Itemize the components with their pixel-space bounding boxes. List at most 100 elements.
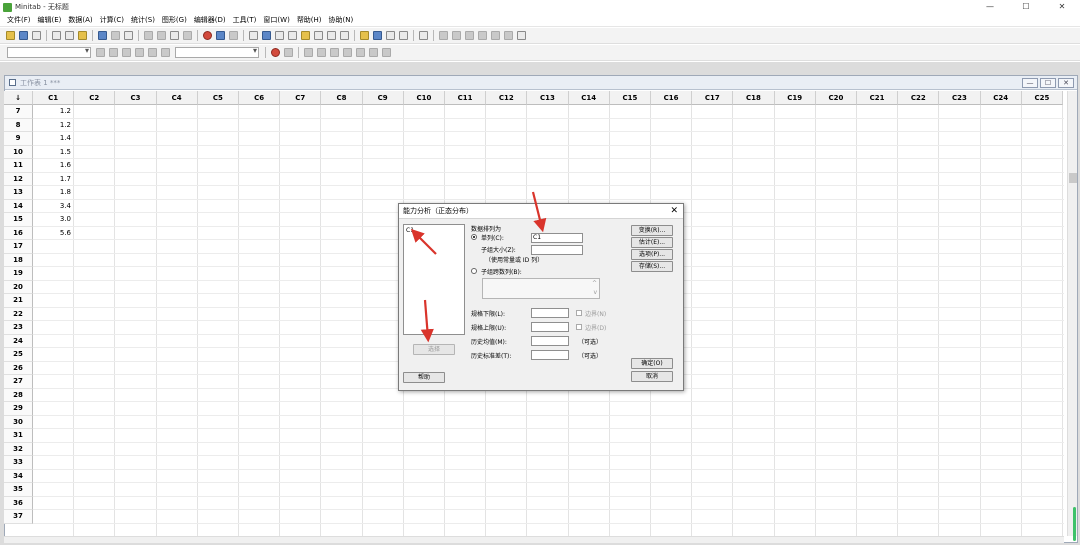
row-header[interactable]: 34 [4, 469, 33, 483]
ok-button[interactable]: 确定(O) [631, 358, 673, 369]
column-header-c20[interactable]: C20 [815, 91, 857, 105]
row-header[interactable]: 32 [4, 442, 33, 456]
column-header-c9[interactable]: C9 [362, 91, 404, 105]
undo-icon[interactable] [98, 31, 107, 40]
row-header[interactable]: 35 [4, 483, 33, 497]
row-header[interactable]: 18 [4, 253, 33, 267]
crosshair-icon[interactable] [517, 31, 526, 40]
cell-c1[interactable]: 1.5 [33, 146, 74, 160]
print-icon[interactable] [32, 31, 41, 40]
manage-graphs-icon[interactable] [373, 31, 382, 40]
menu-tools[interactable]: 工具(T) [233, 15, 257, 25]
menu-stat[interactable]: 统计(S) [131, 15, 155, 25]
menu-assistant[interactable]: 协助(N) [329, 15, 354, 25]
menu-edit[interactable]: 编辑(E) [38, 15, 62, 25]
annotate-icon[interactable] [491, 31, 500, 40]
related-docs-icon[interactable] [340, 31, 349, 40]
column-header-c7[interactable]: C7 [280, 91, 322, 105]
select-button[interactable]: 选择 [413, 344, 455, 355]
line-draw-icon[interactable] [343, 48, 352, 57]
row-header[interactable]: 15 [4, 213, 33, 227]
subgroups-across-field[interactable]: ^ v [482, 278, 600, 299]
cell-c1[interactable]: 1.2 [33, 105, 74, 119]
column-header-c14[interactable]: C14 [568, 91, 610, 105]
row-header[interactable]: 8 [4, 118, 33, 132]
ellipse-tool-icon[interactable] [330, 48, 339, 57]
row-header[interactable]: 20 [4, 280, 33, 294]
row-header[interactable]: 9 [4, 132, 33, 146]
row-header[interactable]: 29 [4, 402, 33, 416]
toolbar-combo-2[interactable] [175, 46, 259, 58]
toolbar-combo-1[interactable] [7, 46, 91, 58]
row-header[interactable]: 7 [4, 105, 33, 119]
usl-field[interactable] [531, 322, 569, 332]
transform-button[interactable]: 变换(R)... [631, 225, 673, 236]
column-header-c22[interactable]: C22 [898, 91, 940, 105]
estimate-button[interactable]: 估计(E)... [631, 237, 673, 248]
brush-icon[interactable] [439, 31, 448, 40]
lsl-field[interactable] [531, 308, 569, 318]
vertical-scrollbar[interactable] [1067, 91, 1077, 541]
row-header[interactable]: 17 [4, 240, 33, 254]
zoom-tool-icon[interactable] [284, 48, 293, 57]
maximize-button[interactable]: ☐ [1008, 0, 1044, 14]
cell-c1[interactable]: 1.2 [33, 119, 74, 133]
help-icon[interactable] [216, 31, 225, 40]
find-icon[interactable] [170, 31, 179, 40]
storage-button[interactable]: 存储(S)... [631, 261, 673, 272]
open-icon[interactable] [6, 31, 15, 40]
column-header-c19[interactable]: C19 [774, 91, 816, 105]
minimize-button[interactable]: — [972, 0, 1008, 14]
lsl-boundary-checkbox[interactable] [576, 310, 582, 316]
column-list-item[interactable]: C1 [406, 227, 462, 234]
historical-std-field[interactable] [531, 350, 569, 360]
row-header[interactable]: 30 [4, 415, 33, 429]
options-button[interactable]: 选项(P)... [631, 249, 673, 260]
cancel-icon[interactable] [203, 31, 212, 40]
column-header-c6[interactable]: C6 [239, 91, 281, 105]
scrollbar-thumb[interactable] [1069, 173, 1077, 183]
plus-tool-icon[interactable] [135, 48, 144, 57]
pen-tool-icon[interactable] [122, 48, 131, 57]
row-header[interactable]: 28 [4, 388, 33, 402]
cell-c1[interactable]: 5.6 [33, 227, 74, 241]
close-button[interactable]: ✕ [1044, 0, 1080, 14]
cell-c1[interactable]: 1.4 [33, 132, 74, 146]
polyline-icon[interactable] [356, 48, 365, 57]
row-header[interactable]: 16 [4, 226, 33, 240]
subgroup-size-field[interactable] [531, 245, 583, 255]
row-header[interactable]: 14 [4, 199, 33, 213]
save-icon[interactable] [19, 31, 28, 40]
row-header[interactable]: 25 [4, 348, 33, 362]
marker-tool-icon[interactable] [382, 48, 391, 57]
column-header-c5[interactable]: C5 [197, 91, 239, 105]
line-tool-icon[interactable] [109, 48, 118, 57]
column-header-c1[interactable]: C1 [33, 91, 75, 105]
row-header[interactable]: 21 [4, 294, 33, 308]
menu-help[interactable]: 帮助(H) [297, 15, 322, 25]
menu-editor[interactable]: 编辑器(D) [194, 15, 226, 25]
column-header-c13[interactable]: C13 [527, 91, 569, 105]
row-header[interactable]: 11 [4, 159, 33, 173]
menu-graph[interactable]: 图形(G) [162, 15, 187, 25]
historical-mean-field[interactable] [531, 336, 569, 346]
horizontal-scrollbar[interactable] [4, 536, 1064, 543]
menu-calc[interactable]: 计算(C) [100, 15, 124, 25]
row-header[interactable]: 10 [4, 145, 33, 159]
usl-boundary-checkbox[interactable] [576, 324, 582, 330]
session-window-icon[interactable] [249, 31, 258, 40]
worksheet-minimize-button[interactable]: — [1022, 78, 1038, 88]
row-header[interactable]: 12 [4, 172, 33, 186]
column-header-c12[interactable]: C12 [486, 91, 528, 105]
column-header-c17[interactable]: C17 [692, 91, 734, 105]
column-header-c16[interactable]: C16 [651, 91, 693, 105]
column-header-c21[interactable]: C21 [857, 91, 899, 105]
cell-c1[interactable]: 3.4 [33, 200, 74, 214]
copy-icon[interactable] [65, 31, 74, 40]
column-header-c24[interactable]: C24 [980, 91, 1022, 105]
column-header-c11[interactable]: C11 [445, 91, 487, 105]
insert-rows-icon[interactable] [157, 31, 166, 40]
worksheet-maximize-button[interactable]: ☐ [1040, 78, 1056, 88]
graph-folder-icon[interactable] [314, 31, 323, 40]
row-header[interactable]: 37 [4, 510, 33, 524]
